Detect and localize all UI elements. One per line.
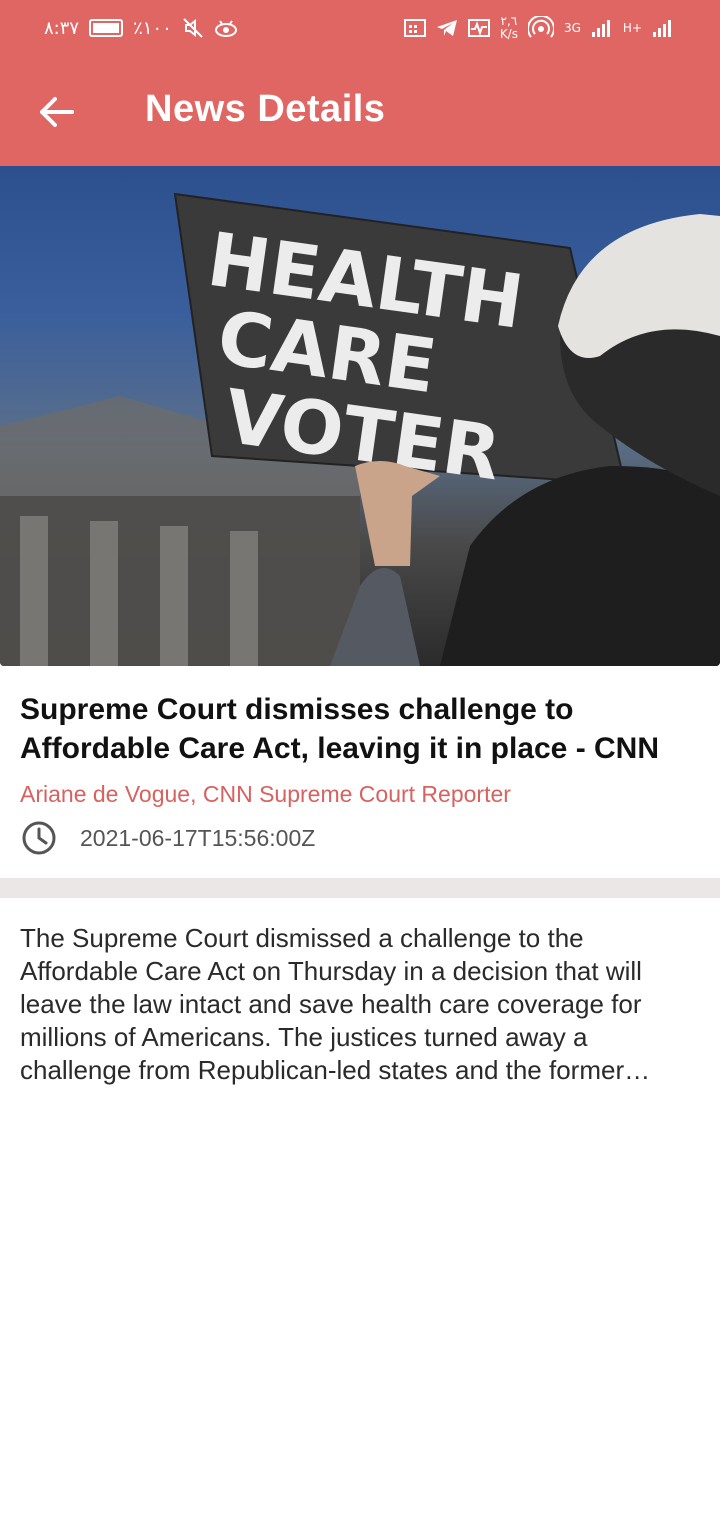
section-divider — [0, 878, 720, 898]
article-published-at: 2021-06-17T15:56:00Z — [80, 824, 316, 851]
activity-icon — [467, 18, 490, 38]
status-bar: ٨:٣٧ ٪١٠٠ ٢,٦ K/s 3G H+ — [0, 0, 720, 56]
signal-icon-2 — [652, 18, 674, 38]
status-time: ٨:٣٧ — [44, 17, 80, 39]
battery-icon — [89, 19, 124, 37]
arrow-left-icon — [38, 96, 74, 128]
article-author: Ariane de Vogue, CNN Supreme Court Repor… — [20, 781, 511, 807]
clock-icon — [20, 819, 58, 857]
signal-icon — [591, 18, 613, 38]
eye-icon — [214, 17, 238, 39]
page-title: News Details — [145, 88, 386, 130]
status-left: ٨:٣٧ ٪١٠٠ — [44, 14, 238, 42]
mute-icon — [182, 17, 204, 39]
net-speed: ٢,٦ K/s — [500, 15, 518, 41]
sim2-label: H+ — [622, 20, 642, 35]
article-title: Supreme Court dismisses challenge to Aff… — [20, 693, 660, 765]
battery-percent: ٪١٠٠ — [133, 17, 172, 39]
article-image: HEALTH CARE VOTER — [0, 166, 720, 666]
article-description: The Supreme Court dismissed a challenge … — [20, 923, 651, 1085]
app-bar: ٨:٣٧ ٪١٠٠ ٢,٦ K/s 3G H+ News Details — [0, 0, 720, 166]
calendar-icon — [403, 18, 426, 38]
status-right: ٢,٦ K/s 3G H+ — [403, 12, 674, 44]
article-date-row: 2021-06-17T15:56:00Z — [20, 818, 315, 858]
hotspot-icon — [527, 16, 554, 40]
net-speed-unit: K/s — [499, 27, 518, 41]
sim1-label: 3G — [563, 20, 581, 35]
back-button[interactable] — [26, 84, 86, 140]
toolbar: News Details — [0, 66, 720, 158]
telegram-icon — [436, 18, 458, 38]
